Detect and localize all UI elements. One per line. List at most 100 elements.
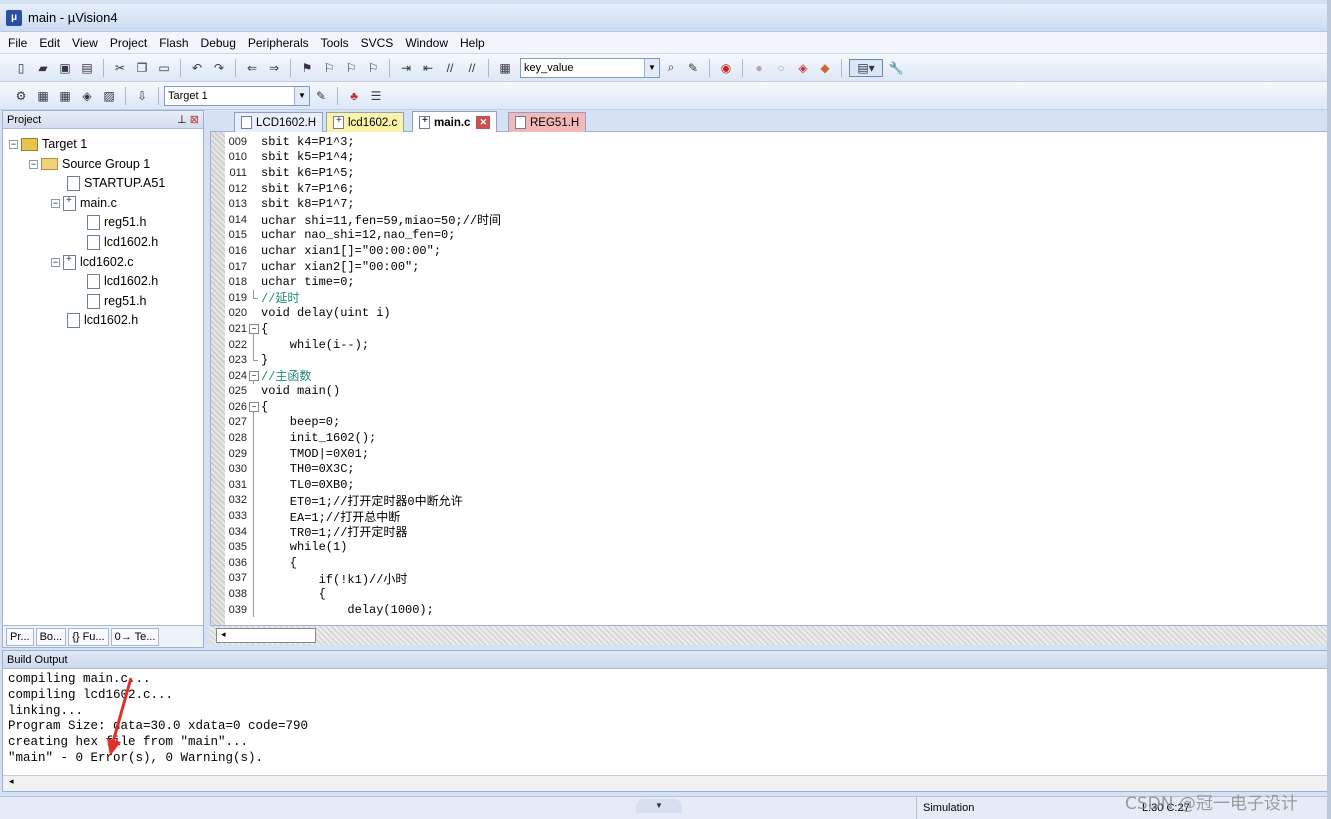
tree-item-startup[interactable]: STARTUP.A51 <box>67 174 165 192</box>
prev-bookmark-icon[interactable]: ⚐ <box>320 59 338 77</box>
fold-marker <box>249 181 259 197</box>
build-output-text[interactable]: compiling main.c... compiling lcd1602.c.… <box>3 669 1328 770</box>
tree-item-main-c[interactable]: − main.c <box>51 194 117 212</box>
pin-icon[interactable]: ⊥ <box>177 114 187 126</box>
clear-bookmarks-icon[interactable]: ⚐ <box>364 59 382 77</box>
new-file-icon[interactable]: ▯ <box>12 59 30 77</box>
find-icon[interactable]: ⌕ <box>662 59 680 77</box>
debug-session-icon[interactable]: ◉ <box>717 59 735 77</box>
scroll-left-icon[interactable]: ◂ <box>9 776 14 786</box>
collapse-icon[interactable]: − <box>51 257 60 267</box>
tab-reg51-h[interactable]: REG51.H <box>508 112 587 132</box>
find-combo[interactable]: key_value ▼ <box>520 57 660 78</box>
target-options-icon[interactable]: ✎ <box>312 87 330 105</box>
configure-icon[interactable]: 🔧 <box>887 59 905 77</box>
menu-project[interactable]: Project <box>110 36 147 50</box>
stop-build-icon[interactable]: ▨ <box>100 87 118 105</box>
fold-marker <box>249 477 259 493</box>
code-editor[interactable]: 009 sbit k4=P1^3; 010 sbit k5=P1^4; 011 sbit … <box>210 132 1331 625</box>
disable-all-breakpoints-icon[interactable]: ◆ <box>816 59 834 77</box>
tree-item-lcd1602-h[interactable]: lcd1602.h <box>87 272 158 290</box>
menu-peripherals[interactable]: Peripherals <box>248 36 309 50</box>
paste-icon[interactable]: ▭ <box>155 59 173 77</box>
tree-item-label: lcd1602.h <box>84 313 139 327</box>
chevron-down-icon[interactable]: ▼ <box>644 58 659 77</box>
code-text: delay(1000); <box>261 602 434 617</box>
rebuild-icon[interactable]: ▦ <box>56 87 74 105</box>
indent-icon[interactable]: ⇥ <box>397 59 415 77</box>
tab-lcd1602-c[interactable]: lcd1602.c <box>326 112 405 132</box>
line-number: 017 <box>228 260 247 273</box>
window-layout-icon[interactable]: ▤▾ <box>849 58 883 77</box>
code-line: 018 uchar time=0; <box>225 274 1325 290</box>
tree-item-lcd1602-h[interactable]: lcd1602.h <box>67 311 138 329</box>
menu-edit[interactable]: Edit <box>39 36 60 50</box>
menu-tools[interactable]: Tools <box>321 36 349 50</box>
comment-icon[interactable]: // <box>441 59 459 77</box>
find-in-files-icon[interactable]: ▦ <box>496 59 514 77</box>
menu-help[interactable]: Help <box>460 36 485 50</box>
fold-marker[interactable] <box>249 399 259 415</box>
build-toolbar: ⚙ ▦ ▦ ◈ ▨ ⇩ Target 1 ▼ ✎ ♣ ☰ <box>0 82 1331 110</box>
batch-build-icon[interactable]: ◈ <box>78 87 96 105</box>
collapse-icon[interactable]: − <box>51 198 60 208</box>
line-number: 020 <box>228 307 247 320</box>
save-icon[interactable]: ▣ <box>56 59 74 77</box>
line-number: 038 <box>228 588 247 601</box>
window-edge <box>1327 0 1331 819</box>
redo-icon[interactable]: ↷ <box>210 59 228 77</box>
tab-lcd1602-h-upper[interactable]: LCD1602.H <box>234 112 324 132</box>
tree-item-reg51-h[interactable]: reg51.h <box>87 213 146 231</box>
menu-flash[interactable]: Flash <box>159 36 188 50</box>
menu-debug[interactable]: Debug <box>201 36 236 50</box>
tab-functions[interactable]: {} Fu... <box>68 627 109 646</box>
tree-item-target[interactable]: − Target 1 <box>9 135 87 153</box>
nav-forward-icon[interactable]: ⇒ <box>265 59 283 77</box>
open-folder-icon[interactable]: ▰ <box>34 59 52 77</box>
bookmark-icon[interactable]: ⚑ <box>298 59 316 77</box>
tab-project[interactable]: Pr... <box>6 627 34 646</box>
editor-horizontal-scrollbar[interactable]: ◂ <box>210 625 1331 645</box>
code-text: while(i--); <box>261 337 370 352</box>
tab-main-c[interactable]: main.c ✕ <box>412 111 498 133</box>
chevron-down-icon[interactable]: ▼ <box>636 799 682 813</box>
cut-icon[interactable]: ✂ <box>111 59 129 77</box>
menu-view[interactable]: View <box>72 36 98 50</box>
fold-marker[interactable] <box>249 368 259 384</box>
menu-window[interactable]: Window <box>405 36 448 50</box>
tab-templates[interactable]: 0→ Te... <box>110 627 160 646</box>
disable-breakpoint-icon[interactable]: ○ <box>772 59 790 77</box>
tree-item-lcd1602-c[interactable]: − lcd1602.c <box>51 253 134 271</box>
close-icon[interactable]: ⊠ <box>190 114 199 126</box>
save-all-icon[interactable]: ▤ <box>78 59 96 77</box>
copy-icon[interactable]: ❐ <box>133 59 151 77</box>
tree-item-lcd1602-h[interactable]: lcd1602.h <box>87 233 158 251</box>
nav-back-icon[interactable]: ⇐ <box>243 59 261 77</box>
manage-components-icon[interactable]: ♣ <box>345 87 363 105</box>
code-text: { <box>261 555 298 570</box>
fold-marker <box>249 196 259 212</box>
next-bookmark-icon[interactable]: ⚐ <box>342 59 360 77</box>
tree-item-source-group[interactable]: − Source Group 1 <box>29 155 150 173</box>
collapse-icon[interactable]: − <box>29 159 38 169</box>
close-icon[interactable]: ✕ <box>476 116 491 129</box>
menu-file[interactable]: File <box>8 36 27 50</box>
collapse-icon[interactable]: − <box>9 139 18 149</box>
build-icon[interactable]: ▦ <box>34 87 52 105</box>
incremental-find-icon[interactable]: ✎ <box>684 59 702 77</box>
scroll-left-icon[interactable]: ◂ <box>216 628 316 643</box>
download-icon[interactable]: ⇩ <box>133 87 151 105</box>
kill-breakpoints-icon[interactable]: ◈ <box>794 59 812 77</box>
undo-icon[interactable]: ↶ <box>188 59 206 77</box>
breakpoint-icon[interactable]: ● <box>750 59 768 77</box>
target-combo[interactable]: Target 1 ▼ <box>164 85 310 106</box>
translate-icon[interactable]: ⚙ <box>12 87 30 105</box>
tab-books[interactable]: Bo... <box>35 627 67 646</box>
select-packs-icon[interactable]: ☰ <box>367 87 385 105</box>
fold-marker[interactable] <box>249 321 259 337</box>
unindent-icon[interactable]: ⇤ <box>419 59 437 77</box>
uncomment-icon[interactable]: // <box>463 59 481 77</box>
chevron-down-icon[interactable]: ▼ <box>294 86 309 105</box>
tree-item-reg51-h[interactable]: reg51.h <box>87 292 146 310</box>
menu-svcs[interactable]: SVCS <box>361 36 394 50</box>
